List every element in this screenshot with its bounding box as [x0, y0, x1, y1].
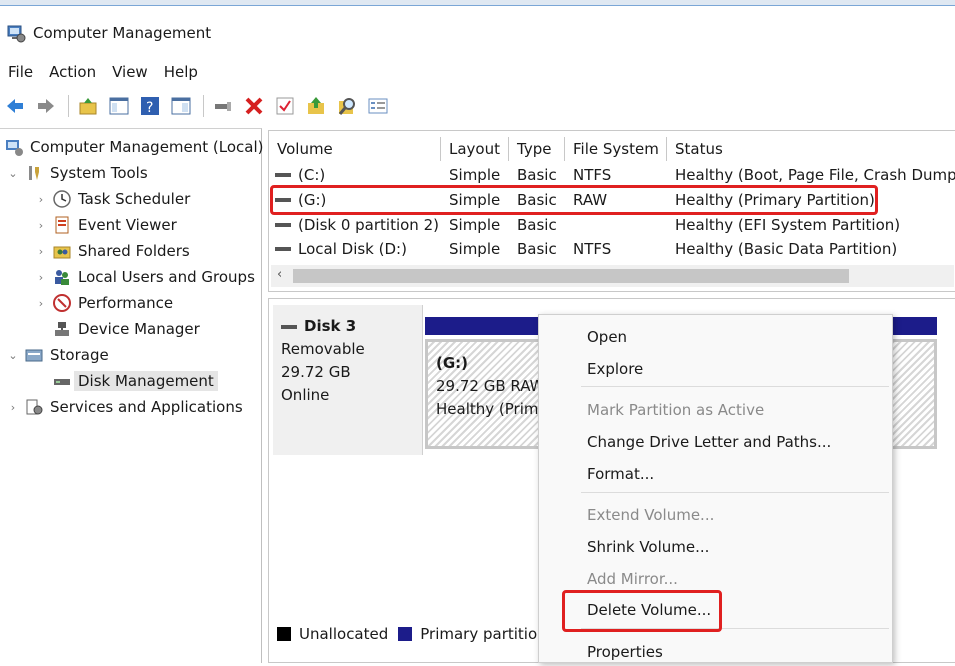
clock-icon: [52, 189, 72, 209]
tree-root[interactable]: Computer Management (Local): [4, 135, 264, 159]
chevron-down-icon[interactable]: ⌄: [6, 167, 20, 180]
computer-management-icon: [7, 25, 26, 43]
search-icon[interactable]: [336, 95, 358, 117]
toolbar-separator: [203, 95, 204, 117]
menu-bar: File Action View Help: [0, 58, 955, 86]
window-title: Computer Management: [33, 24, 212, 42]
svg-text:?: ?: [146, 100, 153, 116]
users-icon: [52, 267, 72, 287]
scrollbar-thumb[interactable]: [293, 269, 849, 283]
disk-size: 29.72 GB: [281, 363, 351, 381]
toolbar: ?: [0, 90, 955, 122]
properties-icon[interactable]: [367, 95, 389, 117]
services-icon: [24, 397, 44, 417]
device-manager-icon: [52, 319, 72, 339]
connect-icon[interactable]: [212, 95, 234, 117]
chevron-right-icon[interactable]: ›: [34, 193, 48, 206]
action-pane-icon[interactable]: [170, 95, 192, 117]
menu-item-shrink-volume[interactable]: Shrink Volume...: [587, 533, 709, 561]
menu-item-open[interactable]: Open: [587, 323, 627, 351]
context-menu: Open Explore Mark Partition as Active Ch…: [538, 314, 893, 663]
tree-device-manager[interactable]: Device Manager: [52, 317, 200, 341]
disk-name: Disk 3: [304, 317, 357, 335]
menu-separator: [581, 386, 889, 387]
volume-icon: [275, 173, 291, 177]
disk-icon: [281, 324, 297, 329]
column-header-volume[interactable]: Volume: [269, 137, 441, 161]
export-icon[interactable]: [305, 95, 327, 117]
tree-system-tools[interactable]: ⌄ System Tools: [6, 161, 147, 185]
help-icon[interactable]: ?: [139, 95, 161, 117]
forward-arrow-icon[interactable]: [35, 95, 57, 117]
column-header-file-system[interactable]: File System: [565, 137, 667, 161]
tree-local-users[interactable]: › Local Users and Groups: [34, 265, 255, 289]
tree-storage[interactable]: ⌄ Storage: [6, 343, 108, 367]
scroll-left-icon[interactable]: ‹: [277, 267, 282, 282]
table-row[interactable]: (Disk 0 partition 2) Simple Basic Health…: [269, 213, 955, 237]
event-viewer-icon: [52, 215, 72, 235]
show-hide-tree-icon[interactable]: [108, 95, 130, 117]
legend-primary: Primary partitio: [420, 625, 538, 643]
volume-icon: [275, 223, 291, 227]
column-header-type[interactable]: Type: [509, 137, 565, 161]
chevron-down-icon[interactable]: ⌄: [6, 349, 20, 362]
performance-icon: [52, 293, 72, 313]
tree-disk-management[interactable]: Disk Management: [52, 369, 218, 393]
volume-icon: [275, 247, 291, 251]
disk-info[interactable]: Disk 3 Removable 29.72 GB Online: [273, 305, 423, 455]
menu-view[interactable]: View: [104, 63, 156, 81]
column-header-status[interactable]: Status: [667, 137, 955, 161]
menu-separator: [581, 628, 889, 629]
menu-item-delete-volume[interactable]: Delete Volume...: [587, 596, 711, 624]
tree-services-applications[interactable]: › Services and Applications: [6, 395, 243, 419]
menu-item-properties[interactable]: Properties: [587, 638, 663, 666]
chevron-right-icon[interactable]: ›: [34, 219, 48, 232]
tree-task-scheduler[interactable]: › Task Scheduler: [34, 187, 190, 211]
table-row[interactable]: Local Disk (D:) Simple Basic NTFS Health…: [269, 237, 955, 261]
back-arrow-icon[interactable]: [4, 95, 26, 117]
chevron-right-icon[interactable]: ›: [6, 401, 20, 414]
tree-shared-folders[interactable]: › Shared Folders: [34, 239, 190, 263]
menu-item-add-mirror[interactable]: Add Mirror...: [587, 565, 678, 593]
menu-help[interactable]: Help: [156, 63, 206, 81]
column-header-layout[interactable]: Layout: [441, 137, 509, 161]
menu-item-change-drive-letter[interactable]: Change Drive Letter and Paths...: [587, 428, 831, 456]
menu-item-format[interactable]: Format...: [587, 460, 654, 488]
legend: Unallocated Primary partitio: [277, 625, 537, 643]
shared-folder-icon: [52, 241, 72, 261]
disk-kind: Removable: [281, 340, 365, 358]
chevron-right-icon[interactable]: ›: [34, 297, 48, 310]
storage-icon: [24, 345, 44, 365]
window-top-edge: [0, 0, 955, 6]
volume-icon: [275, 198, 291, 202]
volume-list: Volume Layout Type File System Status (C…: [268, 130, 955, 292]
table-row[interactable]: (C:) Simple Basic NTFS Healthy (Boot, Pa…: [269, 163, 955, 187]
tree-event-viewer[interactable]: › Event Viewer: [34, 213, 177, 237]
computer-management-icon: [4, 137, 24, 157]
unallocated-swatch: [277, 627, 291, 641]
menu-action[interactable]: Action: [41, 63, 104, 81]
menu-file[interactable]: File: [0, 63, 41, 81]
navigation-tree: Computer Management (Local) ⌄ System Too…: [0, 128, 264, 663]
legend-unallocated: Unallocated: [299, 625, 389, 643]
title-bar: Computer Management: [0, 16, 955, 50]
tools-icon: [24, 163, 44, 183]
disk-state: Online: [281, 386, 330, 404]
horizontal-scrollbar[interactable]: ‹: [271, 265, 954, 287]
menu-item-explore[interactable]: Explore: [587, 355, 643, 383]
menu-item-mark-active[interactable]: Mark Partition as Active: [587, 396, 764, 424]
toolbar-separator: [68, 95, 69, 117]
check-icon[interactable]: [274, 95, 296, 117]
up-folder-icon[interactable]: [77, 95, 99, 117]
chevron-right-icon[interactable]: ›: [34, 245, 48, 258]
menu-item-extend-volume[interactable]: Extend Volume...: [587, 501, 714, 529]
chevron-right-icon[interactable]: ›: [34, 271, 48, 284]
table-row[interactable]: (G:) Simple Basic RAW Healthy (Primary P…: [269, 188, 955, 212]
primary-partition-swatch: [398, 627, 413, 641]
tree-performance[interactable]: › Performance: [34, 291, 173, 315]
menu-separator: [581, 492, 889, 493]
delete-icon[interactable]: [243, 95, 265, 117]
disk-management-icon: [52, 371, 72, 391]
